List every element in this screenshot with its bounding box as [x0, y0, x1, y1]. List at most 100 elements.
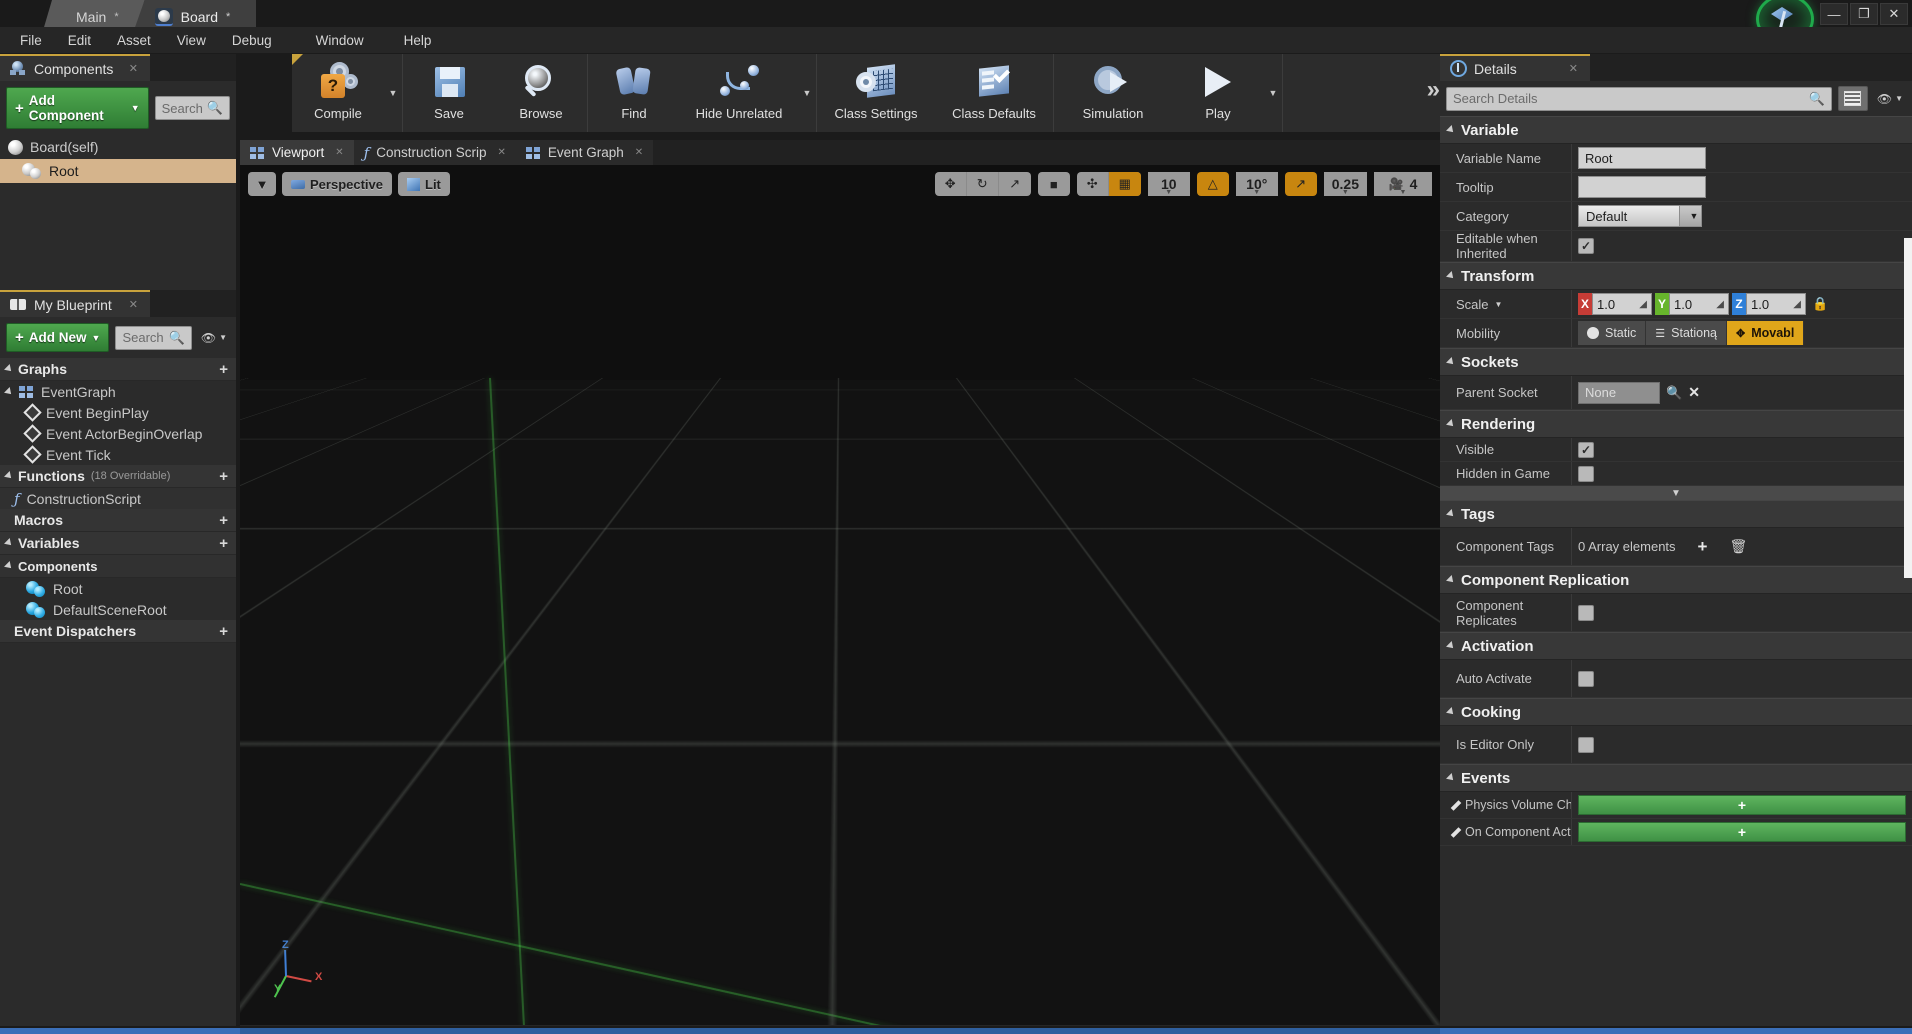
tab-details[interactable]: Details ✕	[1440, 54, 1590, 81]
list-item-event-beginplay[interactable]: Event BeginPlay	[0, 402, 236, 423]
list-item-constructionscript[interactable]: ƒ ConstructionScript	[0, 488, 236, 509]
add-physics-volume-changed-event-button[interactable]: +	[1578, 795, 1906, 815]
category-select[interactable]: Default ▼	[1578, 205, 1702, 227]
restore-button[interactable]: ❐	[1850, 3, 1878, 25]
class-defaults-button[interactable]: Class Defaults	[935, 54, 1053, 132]
list-item-var-defaultsceneroot[interactable]: DefaultSceneRoot	[0, 599, 236, 620]
is-editor-only-checkbox[interactable]	[1578, 737, 1594, 753]
components-search-input[interactable]: Search 🔍	[155, 96, 230, 120]
visible-checkbox[interactable]: ✓	[1578, 442, 1594, 458]
hide-unrelated-caret-icon[interactable]: ▼	[798, 54, 816, 132]
mobility-static-button[interactable]: Static	[1578, 321, 1646, 345]
menu-window[interactable]: Window	[304, 29, 376, 52]
scale-z-field[interactable]: Z 1.0◢	[1732, 293, 1806, 315]
rotation-snap-icon[interactable]: △	[1197, 172, 1229, 196]
section-variables-add-icon[interactable]: +	[219, 535, 228, 552]
menu-help[interactable]: Help	[392, 29, 444, 52]
details-visibility-button[interactable]: 👁 ▼	[1874, 92, 1906, 106]
lock-icon[interactable]: 🔒	[1812, 296, 1828, 312]
my-blueprint-search-input[interactable]: Search 🔍	[115, 326, 191, 350]
section-components[interactable]: Components	[0, 555, 236, 578]
tab-viewport-close-icon[interactable]: ✕	[335, 147, 343, 158]
category-cooking[interactable]: Cooking	[1440, 698, 1912, 726]
tab-construction-script-close-icon[interactable]: ✕	[498, 147, 506, 158]
browse-button[interactable]: Browse	[495, 54, 587, 132]
details-search-input[interactable]: Search Details 🔍	[1446, 87, 1832, 111]
scale-snap-value[interactable]: 0.25 ▼	[1324, 172, 1367, 196]
category-activation[interactable]: Activation	[1440, 632, 1912, 660]
viewport-options-menu[interactable]: ▼	[248, 172, 276, 196]
mobility-stationary-button[interactable]: ☰ Stationą	[1646, 321, 1727, 345]
section-graphs-add-icon[interactable]: +	[219, 361, 228, 378]
tooltip-input[interactable]	[1578, 176, 1706, 198]
add-new-button[interactable]: + Add New ▼	[6, 323, 109, 352]
spinner-icon[interactable]: ◢	[1793, 299, 1801, 310]
category-rendering[interactable]: Rendering	[1440, 410, 1912, 438]
play-button[interactable]: Play	[1172, 54, 1264, 132]
menu-view[interactable]: View	[165, 29, 218, 52]
component-tree-row-board[interactable]: Board(self)	[0, 135, 236, 159]
clear-socket-icon[interactable]: ✕	[1688, 384, 1700, 401]
viewport-lit-button[interactable]: Lit	[398, 172, 450, 196]
hidden-in-game-checkbox[interactable]	[1578, 466, 1594, 482]
tab-event-graph[interactable]: Event Graph ✕	[516, 140, 653, 165]
scale-x-field[interactable]: X 1.0◢	[1578, 293, 1652, 315]
move-tool-icon[interactable]: ✥	[935, 172, 967, 196]
expand-more-properties-button[interactable]: ▼	[1440, 486, 1912, 500]
menu-debug[interactable]: Debug	[220, 29, 284, 52]
section-functions[interactable]: Functions (18 Overridable) +	[0, 465, 236, 488]
grid-snap-icon[interactable]: ▦	[1109, 172, 1141, 196]
tab-components-close-icon[interactable]: ✕	[129, 62, 138, 75]
component-tree-row-root[interactable]: Root	[0, 159, 236, 183]
tab-construction-script[interactable]: ƒ Construction Scrip ✕	[354, 140, 516, 165]
my-blueprint-visibility-button[interactable]: 👁 ▼	[198, 331, 230, 345]
editable-when-inherited-checkbox[interactable]: ✓	[1578, 238, 1594, 254]
world-space-icon[interactable]: ■	[1038, 172, 1070, 196]
trash-icon[interactable]: 🗑	[1729, 538, 1747, 555]
spinner-icon[interactable]: ◢	[1716, 299, 1724, 310]
column-layout-icon[interactable]	[1838, 86, 1868, 111]
auto-activate-checkbox[interactable]	[1578, 671, 1594, 687]
scale-y-field[interactable]: Y 1.0◢	[1655, 293, 1729, 315]
tab-components[interactable]: Components ✕	[0, 54, 150, 81]
compile-caret-icon[interactable]: ▼	[384, 54, 402, 132]
tab-details-close-icon[interactable]: ✕	[1569, 62, 1578, 75]
camera-speed-control[interactable]: 🎥 4 ▼	[1374, 172, 1432, 196]
tab-my-blueprint[interactable]: My Blueprint ✕	[0, 290, 150, 317]
save-button[interactable]: Save	[403, 54, 495, 132]
section-macros-add-icon[interactable]: +	[219, 512, 228, 529]
menu-asset[interactable]: Asset	[105, 29, 163, 52]
find-button[interactable]: Find	[588, 54, 680, 132]
hide-unrelated-button[interactable]: Hide Unrelated	[680, 54, 798, 132]
details-scrollbar[interactable]	[1904, 238, 1912, 578]
section-functions-add-icon[interactable]: +	[219, 468, 228, 485]
toolbar-overflow-icon[interactable]: »	[1427, 76, 1434, 104]
list-item-event-actorbeginoverlap[interactable]: Event ActorBeginOverlap	[0, 423, 236, 444]
menu-file[interactable]: File	[8, 29, 54, 52]
class-settings-button[interactable]: Class Settings	[817, 54, 935, 132]
simulation-button[interactable]: Simulation	[1054, 54, 1172, 132]
viewport-3d[interactable]: ▼ Perspective Lit ✥ ↻ ↗ ■	[240, 165, 1440, 1025]
section-graphs[interactable]: Graphs +	[0, 358, 236, 381]
add-on-component-activated-event-button[interactable]: +	[1578, 822, 1906, 842]
viewport-perspective-button[interactable]: Perspective	[282, 172, 392, 196]
section-macros[interactable]: Macros +	[0, 509, 236, 532]
scale-snap-icon[interactable]: ↗	[1285, 172, 1317, 196]
variable-name-input[interactable]: Root	[1578, 147, 1706, 169]
category-events[interactable]: Events	[1440, 764, 1912, 792]
tab-my-blueprint-close-icon[interactable]: ✕	[129, 298, 138, 311]
category-tags[interactable]: Tags	[1440, 500, 1912, 528]
section-variables[interactable]: Variables +	[0, 532, 236, 555]
tab-viewport[interactable]: Viewport ✕	[240, 140, 354, 165]
compile-button[interactable]: ? Compile	[292, 54, 384, 132]
menu-edit[interactable]: Edit	[56, 29, 103, 52]
tab-event-graph-close-icon[interactable]: ✕	[635, 147, 643, 158]
list-item-event-tick[interactable]: Event Tick	[0, 444, 236, 465]
play-caret-icon[interactable]: ▼	[1264, 54, 1282, 132]
category-component-replication[interactable]: Component Replication	[1440, 566, 1912, 594]
list-item-eventgraph[interactable]: EventGraph	[0, 381, 236, 402]
close-button[interactable]: ✕	[1880, 3, 1908, 25]
component-replicates-checkbox[interactable]	[1578, 605, 1594, 621]
list-item-var-root[interactable]: Root	[0, 578, 236, 599]
category-variable[interactable]: Variable	[1440, 116, 1912, 144]
